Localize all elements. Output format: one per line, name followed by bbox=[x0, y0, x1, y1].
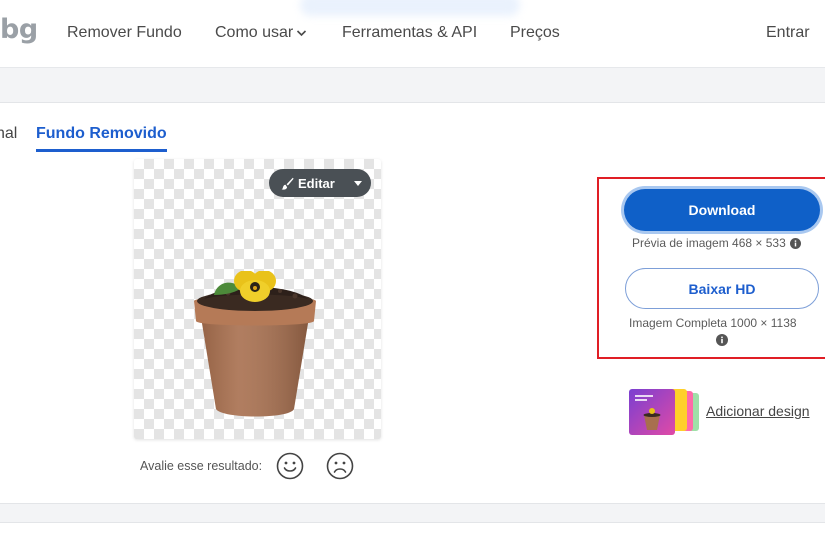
top-nav: bg Remover Fundo Como usar Ferramentas &… bbox=[0, 0, 825, 68]
nav-dropdown-how-to-use[interactable]: Como usar bbox=[215, 24, 307, 42]
full-resolution-text: Imagem Completa 1000 × 1138 bbox=[629, 316, 797, 330]
brush-icon bbox=[281, 177, 294, 190]
design-templates-icon[interactable] bbox=[629, 389, 701, 435]
result-image-preview: Editar bbox=[134, 159, 381, 439]
nav-link-how-to-use: Como usar bbox=[215, 24, 294, 41]
edit-options-dropdown[interactable] bbox=[345, 169, 371, 197]
edit-label: Editar bbox=[298, 175, 335, 191]
tab-background-removed[interactable]: Fundo Removido bbox=[36, 125, 167, 152]
smile-face-icon[interactable] bbox=[276, 452, 304, 480]
nav-link-tools-api[interactable]: Ferramentas & API bbox=[342, 24, 477, 42]
preview-resolution: Prévia de imagem 468 × 533 bbox=[632, 236, 801, 250]
rating-label: Avalie esse resultado: bbox=[140, 459, 263, 473]
download-button[interactable]: Download bbox=[624, 189, 820, 231]
login-link[interactable]: Entrar bbox=[766, 24, 810, 42]
rating-bar: Avalie esse resultado: bbox=[140, 452, 376, 480]
info-icon[interactable] bbox=[716, 334, 728, 346]
nav-decoration bbox=[300, 0, 520, 16]
nav-link-pricing[interactable]: Preços bbox=[510, 24, 560, 42]
plant-pot-image bbox=[194, 271, 316, 417]
chevron-down-icon bbox=[297, 30, 307, 36]
nav-link-remove-background[interactable]: Remover Fundo bbox=[67, 24, 182, 42]
tab-original[interactable]: nal bbox=[0, 125, 17, 143]
caret-down-icon bbox=[354, 180, 362, 186]
edit-button-group: Editar bbox=[269, 169, 371, 197]
footer-section bbox=[0, 522, 825, 542]
info-icon[interactable] bbox=[789, 237, 801, 249]
result-card: nal Fundo Removido Editar Avalie esse re… bbox=[0, 102, 825, 504]
edit-button[interactable]: Editar bbox=[269, 169, 345, 197]
preview-resolution-text: Prévia de imagem 468 × 533 bbox=[632, 236, 786, 250]
sad-face-icon[interactable] bbox=[326, 452, 354, 480]
logo[interactable]: bg bbox=[0, 14, 38, 45]
add-design-link[interactable]: Adicionar design bbox=[706, 403, 810, 419]
download-hd-button[interactable]: Baixar HD bbox=[625, 268, 819, 309]
